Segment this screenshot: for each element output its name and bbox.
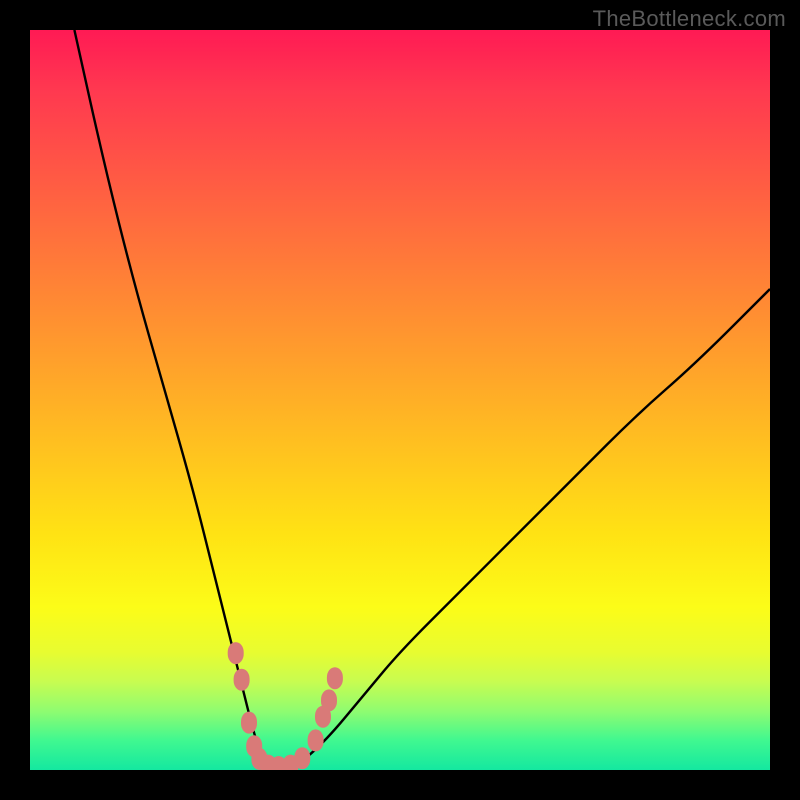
data-point <box>241 712 257 734</box>
data-point <box>294 747 310 769</box>
data-point <box>228 642 244 664</box>
data-point <box>321 689 337 711</box>
v-curve <box>74 30 770 768</box>
plot-area <box>30 30 770 770</box>
data-point <box>327 667 343 689</box>
data-point-markers <box>228 642 343 770</box>
data-point <box>234 669 250 691</box>
curve-layer <box>30 30 770 770</box>
chart-frame: TheBottleneck.com <box>0 0 800 800</box>
data-point <box>308 729 324 751</box>
watermark-text: TheBottleneck.com <box>593 6 786 32</box>
